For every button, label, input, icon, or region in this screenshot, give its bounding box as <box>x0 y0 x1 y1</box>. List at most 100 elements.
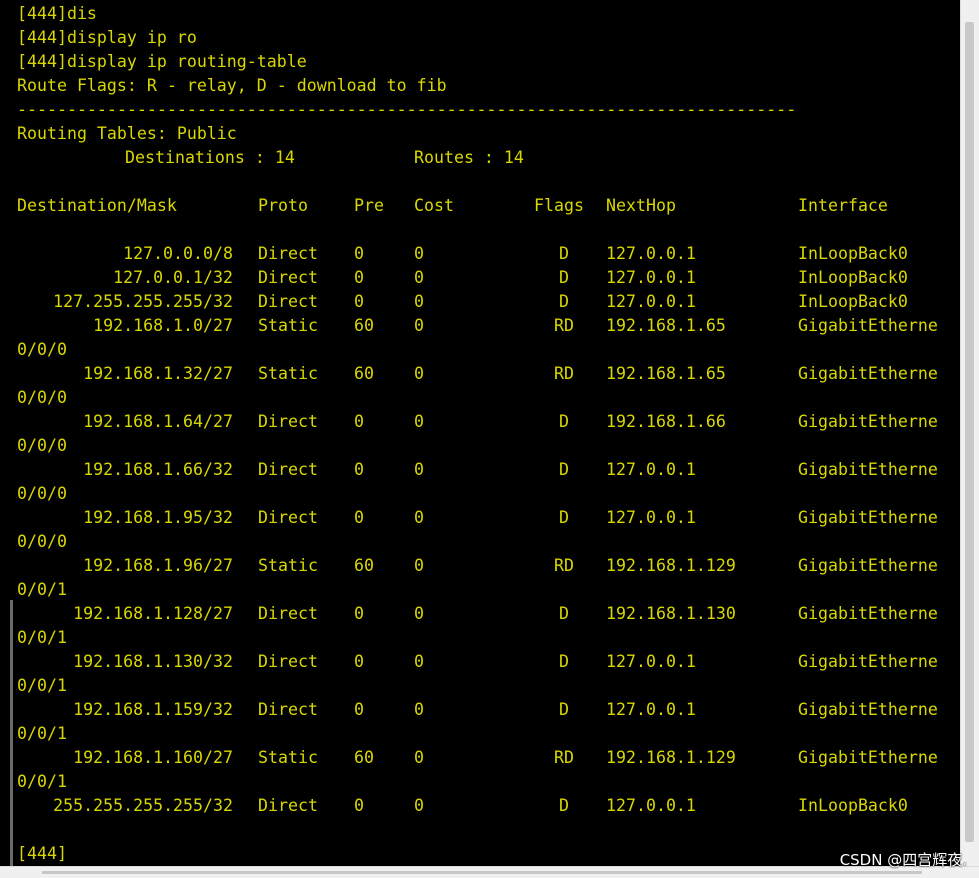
route-proto: Direct <box>258 244 318 263</box>
route-cost: 0 <box>414 652 424 671</box>
route-flags: D <box>559 700 569 719</box>
route-nexthop: 127.0.0.1 <box>606 460 696 479</box>
route-pre: 0 <box>354 604 364 623</box>
csdn-watermark: CSDN @四宫辉夜. <box>839 851 967 869</box>
route-proto: Static <box>258 556 318 575</box>
prompt-line: [444] <box>17 844 67 863</box>
route-iface: GigabitEtherne <box>798 556 938 575</box>
route-pre: 60 <box>354 364 374 383</box>
route-cost: 0 <box>414 748 424 767</box>
header-flags: Flags <box>534 196 584 215</box>
route-cost: 0 <box>414 796 424 815</box>
route-wrap-line: 0/0/0 <box>17 532 67 551</box>
route-cost: 0 <box>414 292 424 311</box>
header-dest: Destination/Mask <box>17 196 177 215</box>
route-proto: Direct <box>258 604 318 623</box>
header-iface: Interface <box>798 196 888 215</box>
route-nexthop: 127.0.0.1 <box>606 244 696 263</box>
route-dest: 192.168.1.96/27 <box>83 556 233 575</box>
route-proto: Direct <box>258 268 318 287</box>
route-flags: D <box>559 604 569 623</box>
route-cost: 0 <box>414 604 424 623</box>
vertical-scrollbar[interactable] <box>960 0 979 866</box>
route-nexthop: 192.168.1.129 <box>606 556 736 575</box>
destinations-count: Destinations : 14 <box>125 148 295 167</box>
route-flags: D <box>559 244 569 263</box>
route-iface: GigabitEtherne <box>798 748 938 767</box>
route-proto: Direct <box>258 700 318 719</box>
route-nexthop: 192.168.1.65 <box>606 364 726 383</box>
route-dest: 127.255.255.255/32 <box>53 292 233 311</box>
route-wrap-line: 0/0/1 <box>17 772 67 791</box>
route-wrap-line: 0/0/0 <box>17 484 67 503</box>
route-flags: D <box>559 268 569 287</box>
route-pre: 0 <box>354 268 364 287</box>
route-nexthop: 192.168.1.130 <box>606 604 736 623</box>
route-flags: D <box>559 460 569 479</box>
route-pre: 0 <box>354 460 364 479</box>
route-proto: Direct <box>258 412 318 431</box>
route-cost: 0 <box>414 364 424 383</box>
hscrollbar-thumb[interactable] <box>42 871 922 874</box>
route-wrap-line: 0/0/0 <box>17 436 67 455</box>
header-pre: Pre <box>354 196 384 215</box>
route-flags: D <box>559 796 569 815</box>
route-nexthop: 192.168.1.129 <box>606 748 736 767</box>
route-dest: 192.168.1.128/27 <box>73 604 233 623</box>
horizontal-scrollbar[interactable] <box>0 866 979 878</box>
route-cost: 0 <box>414 508 424 527</box>
route-nexthop: 127.0.0.1 <box>606 700 696 719</box>
route-iface: GigabitEtherne <box>798 364 938 383</box>
route-dest: 192.168.1.0/27 <box>93 316 233 335</box>
route-pre: 0 <box>354 796 364 815</box>
route-pre: 60 <box>354 316 374 335</box>
route-iface: GigabitEtherne <box>798 508 938 527</box>
route-cost: 0 <box>414 460 424 479</box>
route-proto: Static <box>258 748 318 767</box>
route-nexthop: 127.0.0.1 <box>606 292 696 311</box>
route-nexthop: 127.0.0.1 <box>606 652 696 671</box>
command-line: [444]display ip routing-table <box>17 52 307 71</box>
route-dest: 192.168.1.159/32 <box>73 700 233 719</box>
route-flags: D <box>559 412 569 431</box>
route-flags: RD <box>554 364 574 383</box>
route-iface: GigabitEtherne <box>798 700 938 719</box>
route-dest: 192.168.1.160/27 <box>73 748 233 767</box>
terminal-window[interactable]: [444]dis [444]display ip ro [444]display i… <box>0 0 960 866</box>
route-flags: RD <box>554 748 574 767</box>
route-wrap-line: 0/0/0 <box>17 388 67 407</box>
routing-table-title: Routing Tables: Public <box>17 124 237 143</box>
route-wrap-line: 0/0/1 <box>17 628 67 647</box>
route-dest: 192.168.1.130/32 <box>73 652 233 671</box>
route-proto: Direct <box>258 460 318 479</box>
route-pre: 0 <box>354 700 364 719</box>
route-iface: InLoopBack0 <box>798 244 908 263</box>
route-wrap-line: 0/0/1 <box>17 676 67 695</box>
route-cost: 0 <box>414 244 424 263</box>
route-nexthop: 127.0.0.1 <box>606 796 696 815</box>
header-proto: Proto <box>258 196 308 215</box>
route-iface: InLoopBack0 <box>798 292 908 311</box>
command-line: [444]dis <box>17 4 97 23</box>
scrollbar-thumb[interactable] <box>965 22 974 842</box>
route-flags: D <box>559 292 569 311</box>
route-cost: 0 <box>414 412 424 431</box>
route-wrap-line: 0/0/0 <box>17 340 67 359</box>
route-nexthop: 192.168.1.66 <box>606 412 726 431</box>
route-wrap-line: 0/0/1 <box>17 580 67 599</box>
route-cost: 0 <box>414 268 424 287</box>
route-dest: 127.0.0.1/32 <box>113 268 233 287</box>
route-dest: 127.0.0.0/8 <box>123 244 233 263</box>
route-nexthop: 127.0.0.1 <box>606 268 696 287</box>
header-nexthop: NextHop <box>606 196 676 215</box>
route-proto: Static <box>258 364 318 383</box>
header-cost: Cost <box>414 196 454 215</box>
route-proto: Direct <box>258 796 318 815</box>
route-pre: 0 <box>354 508 364 527</box>
route-pre: 60 <box>354 556 374 575</box>
route-proto: Direct <box>258 292 318 311</box>
route-iface: InLoopBack0 <box>798 268 908 287</box>
route-cost: 0 <box>414 700 424 719</box>
route-proto: Static <box>258 316 318 335</box>
route-pre: 0 <box>354 652 364 671</box>
